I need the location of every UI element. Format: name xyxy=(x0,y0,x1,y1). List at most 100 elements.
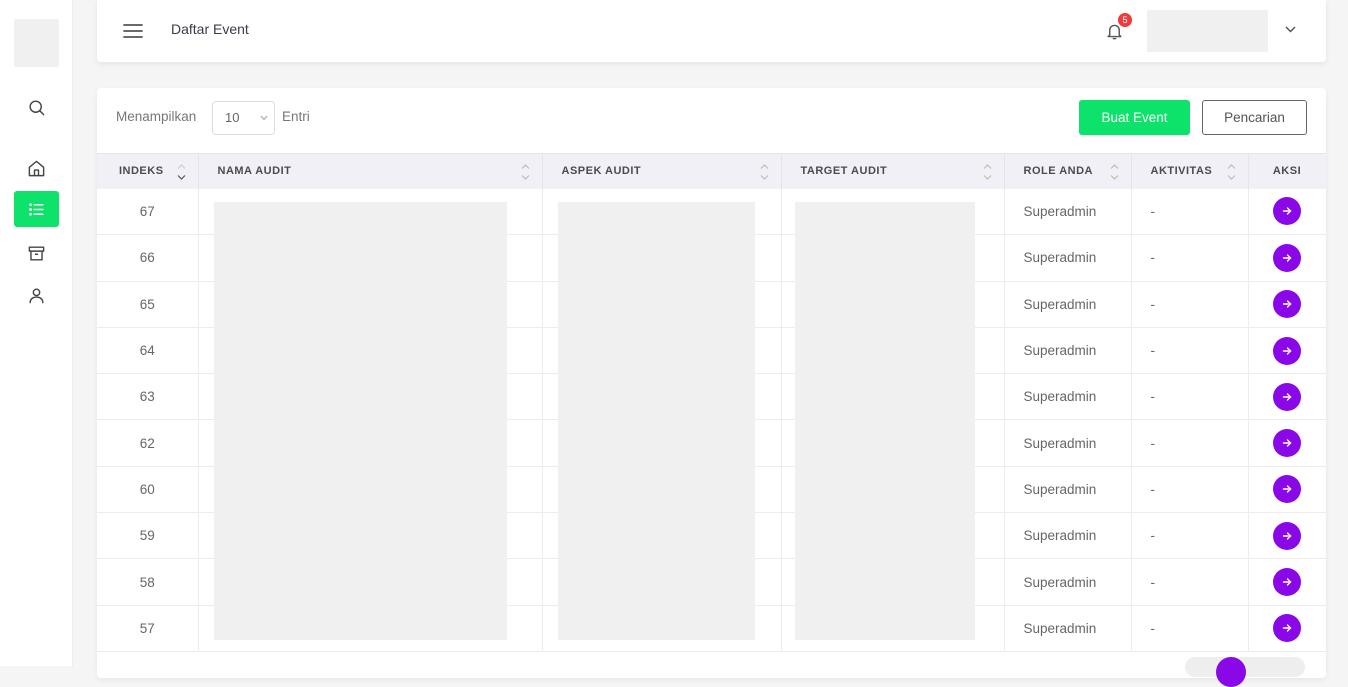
open-event-button[interactable] xyxy=(1273,614,1301,643)
arrow-right-icon xyxy=(1282,254,1292,262)
cell-action xyxy=(1248,512,1326,560)
arrow-right-icon xyxy=(1282,532,1292,540)
column-header-label: INDEKS xyxy=(118,165,164,178)
sort-icon xyxy=(1227,164,1236,180)
sidebar-item-events[interactable] xyxy=(14,191,59,227)
cell-activity: - xyxy=(1131,327,1249,375)
cell-role: Superadmin xyxy=(1004,234,1132,282)
arrow-right-icon xyxy=(1282,485,1292,494)
sort-icon xyxy=(760,164,769,180)
entries-value: 10 xyxy=(225,110,240,125)
cell-role: Superadmin xyxy=(1004,373,1132,421)
column-header-role[interactable]: ROLE ANDA xyxy=(1004,153,1132,189)
cell-role: Superadmin xyxy=(1004,466,1132,514)
cell-index: 60 xyxy=(97,466,199,514)
chevron-down-icon xyxy=(260,115,268,121)
cell-action xyxy=(1248,327,1326,375)
column-header-audit-target[interactable]: TARGET AUDIT xyxy=(781,153,1005,189)
user-icon xyxy=(29,287,44,303)
cell-role: Superadmin xyxy=(1004,512,1132,560)
open-event-button[interactable] xyxy=(1273,243,1301,272)
sort-icon xyxy=(521,164,530,180)
cell-action xyxy=(1248,466,1326,514)
cell-action xyxy=(1248,558,1326,606)
user-menu-toggle[interactable] xyxy=(1283,22,1297,36)
cell-activity: - xyxy=(1131,234,1249,282)
cell-activity: - xyxy=(1131,512,1249,560)
cell-role: Superadmin xyxy=(1004,188,1132,236)
open-event-button[interactable] xyxy=(1273,336,1301,365)
cell-action xyxy=(1248,188,1326,236)
cell-role: Superadmin xyxy=(1004,281,1132,328)
sidebar-item-search[interactable] xyxy=(14,89,59,125)
open-event-button[interactable] xyxy=(1273,475,1301,504)
cell-action xyxy=(1248,373,1326,421)
top-header: Daftar Event 5 xyxy=(97,0,1326,62)
column-header-label: AKTIVITAS xyxy=(1150,165,1213,178)
redacted-audit-names xyxy=(214,202,507,640)
chevron-down-icon xyxy=(1284,25,1296,33)
arrow-right-icon xyxy=(1282,207,1292,216)
cell-role: Superadmin xyxy=(1004,558,1132,606)
column-header-audit-aspect[interactable]: ASPEK AUDIT xyxy=(542,153,782,189)
menu-toggle-button[interactable] xyxy=(121,20,145,42)
open-event-button[interactable] xyxy=(1273,429,1301,458)
list-icon xyxy=(29,202,44,216)
cell-activity: - xyxy=(1131,281,1249,328)
cell-role: Superadmin xyxy=(1004,605,1132,652)
redacted-audit-targets xyxy=(795,202,975,640)
cell-activity: - xyxy=(1131,558,1249,606)
cell-action xyxy=(1248,419,1326,467)
column-header-label: TARGET AUDIT xyxy=(800,165,888,178)
cell-index: 59 xyxy=(97,512,199,560)
cell-activity: - xyxy=(1131,419,1249,467)
open-event-button[interactable] xyxy=(1273,382,1301,411)
sort-icon xyxy=(1110,164,1119,180)
open-event-button[interactable] xyxy=(1273,521,1301,550)
arrow-right-icon xyxy=(1282,578,1292,586)
cell-activity: - xyxy=(1131,605,1249,652)
search-button[interactable]: Pencarian xyxy=(1202,100,1307,135)
user-menu[interactable] xyxy=(1147,10,1268,52)
page-title: Daftar Event xyxy=(171,21,249,37)
arrow-right-icon xyxy=(1282,624,1292,633)
cell-activity: - xyxy=(1131,188,1249,236)
column-header-audit-name[interactable]: NAMA AUDIT xyxy=(198,153,543,189)
arrow-right-icon xyxy=(1282,439,1292,447)
sidebar xyxy=(0,0,73,666)
column-header-label: NAMA AUDIT xyxy=(217,165,292,178)
sort-icon xyxy=(177,164,186,180)
cell-index: 57 xyxy=(97,605,199,652)
entries-label: Entri xyxy=(282,109,310,124)
arrow-right-icon xyxy=(1282,393,1292,401)
sidebar-item-archive[interactable] xyxy=(14,235,59,271)
cell-index: 63 xyxy=(97,373,199,421)
open-event-button[interactable] xyxy=(1273,290,1301,319)
open-event-button[interactable] xyxy=(1273,568,1301,597)
show-entries-label: Menampilkan xyxy=(116,109,197,124)
logo xyxy=(14,19,59,67)
home-icon xyxy=(28,160,45,176)
sidebar-item-profile[interactable] xyxy=(14,277,59,313)
cell-role: Superadmin xyxy=(1004,419,1132,467)
sidebar-item-home[interactable] xyxy=(14,150,59,186)
notification-badge: 5 xyxy=(1116,11,1134,29)
create-event-button[interactable]: Buat Event xyxy=(1079,100,1190,135)
cell-index: 64 xyxy=(97,327,199,375)
cell-action xyxy=(1248,605,1326,652)
cell-role: Superadmin xyxy=(1004,327,1132,375)
entries-per-page-select[interactable]: 10 xyxy=(212,101,275,135)
cell-index: 66 xyxy=(97,234,199,282)
hamburger-menu-icon xyxy=(123,24,143,38)
arrow-right-icon xyxy=(1282,346,1292,355)
column-header-index[interactable]: INDEKS xyxy=(97,153,199,189)
column-header-activity[interactable]: AKTIVITAS xyxy=(1131,153,1249,189)
pagination-current-page[interactable] xyxy=(1216,657,1246,687)
redacted-audit-aspects xyxy=(558,202,755,640)
cell-index: 65 xyxy=(97,281,199,328)
column-header-action: AKSI xyxy=(1248,153,1326,189)
open-event-button[interactable] xyxy=(1273,197,1301,226)
cell-index: 58 xyxy=(97,558,199,606)
events-panel: Menampilkan 10 Entri Buat Event Pencaria… xyxy=(97,88,1326,678)
arrow-right-icon xyxy=(1282,300,1292,308)
